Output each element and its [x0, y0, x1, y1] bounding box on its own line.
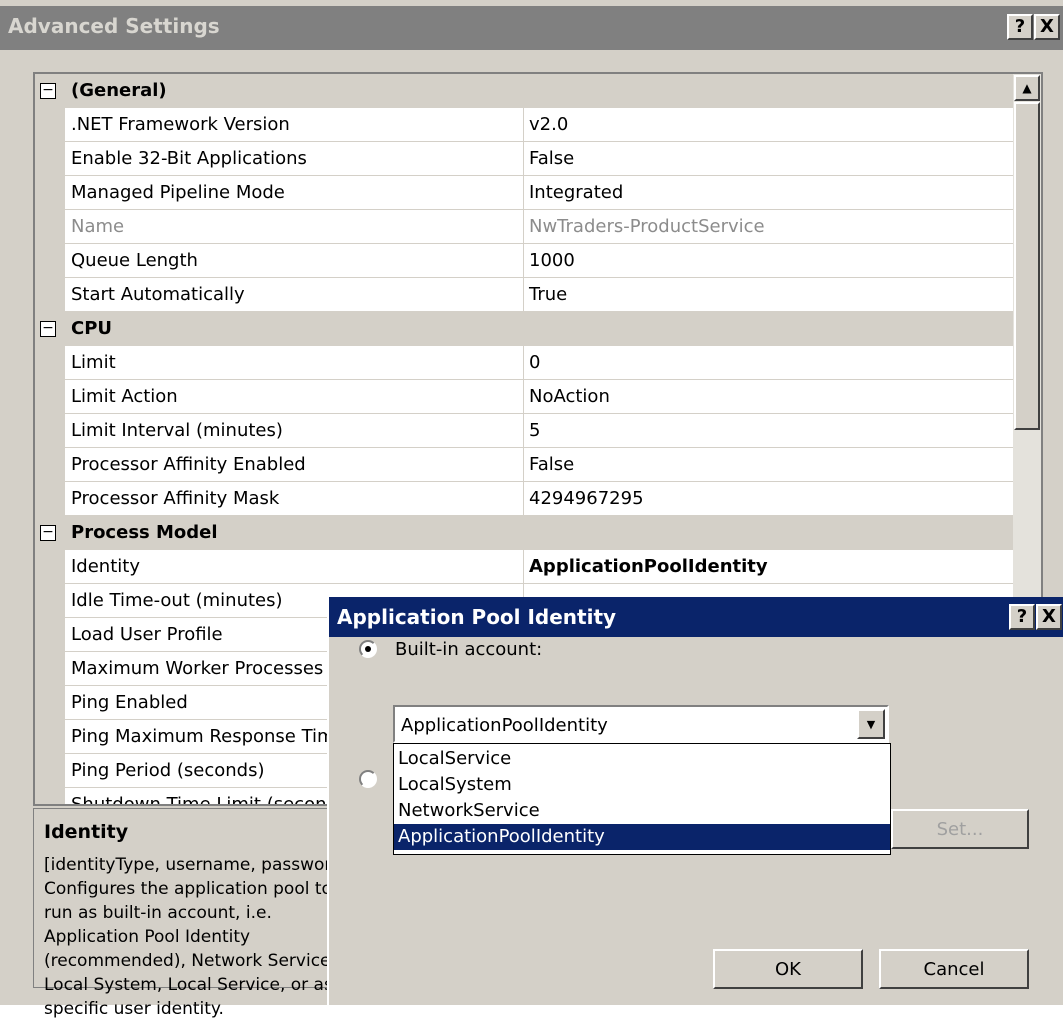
property-name: Limit Action	[71, 386, 178, 407]
property-row[interactable]: Enable 32-Bit Applications False	[35, 142, 1015, 176]
advanced-settings-title: Advanced Settings	[8, 14, 220, 38]
property-name: Maximum Worker Processes	[71, 658, 324, 679]
help-button[interactable]: ?	[1007, 14, 1033, 40]
property-row[interactable]: Managed Pipeline Mode Integrated	[35, 176, 1015, 210]
property-value[interactable]: False	[529, 148, 574, 169]
property-name: Load User Profile	[71, 624, 223, 645]
scroll-up-arrow-icon[interactable]: ▲	[1014, 75, 1040, 101]
property-value[interactable]: 1000	[529, 250, 575, 271]
property-value[interactable]: ApplicationPoolIdentity	[529, 556, 768, 577]
property-name: Limit Interval (minutes)	[71, 420, 283, 441]
property-name: Processor Affinity Mask	[71, 488, 280, 509]
custom-account-radio[interactable]	[359, 770, 377, 788]
application-pool-identity-dialog: Application Pool Identity ? X Built-in a…	[327, 597, 1063, 1005]
property-name: Shutdown Time Limit (seconds)	[71, 794, 355, 806]
category-process-model[interactable]: − Process Model	[35, 516, 1015, 550]
property-row[interactable]: Limit 0	[35, 346, 1015, 380]
property-name: Idle Time-out (minutes)	[71, 590, 283, 611]
property-name: Ping Enabled	[71, 692, 188, 713]
property-name: Start Automatically	[71, 284, 245, 305]
property-value[interactable]: Integrated	[529, 182, 623, 203]
property-name: Managed Pipeline Mode	[71, 182, 285, 203]
property-row[interactable]: Processor Affinity Enabled False	[35, 448, 1015, 482]
ok-button[interactable]: OK	[713, 949, 863, 989]
dialog-titlebar[interactable]: Application Pool Identity ? X	[329, 597, 1063, 637]
property-value[interactable]: NoAction	[529, 386, 610, 407]
category-label: (General)	[71, 80, 167, 101]
property-name: Limit	[71, 352, 116, 373]
category-general[interactable]: − (General)	[35, 74, 1015, 108]
property-row[interactable]: Identity ApplicationPoolIdentity	[35, 550, 1015, 584]
property-name: Ping Period (seconds)	[71, 760, 265, 781]
cancel-button[interactable]: Cancel	[879, 949, 1029, 989]
property-value[interactable]: False	[529, 454, 574, 475]
property-row[interactable]: Limit Action NoAction	[35, 380, 1015, 414]
scrollbar-thumb[interactable]	[1014, 102, 1040, 430]
dialog-close-button[interactable]: X	[1036, 604, 1062, 630]
property-name: Processor Affinity Enabled	[71, 454, 306, 475]
dropdown-option[interactable]: LocalSystem	[394, 772, 890, 798]
dialog-help-button[interactable]: ?	[1009, 604, 1035, 630]
property-row[interactable]: Limit Interval (minutes) 5	[35, 414, 1015, 448]
collapse-icon[interactable]: −	[40, 525, 56, 541]
account-dropdown-list: LocalService LocalSystem NetworkService …	[393, 743, 891, 855]
property-name: Name	[71, 216, 125, 237]
description-text: [identityType, username, password] Confi…	[44, 855, 349, 1019]
advanced-settings-titlebar[interactable]: Advanced Settings ? X	[0, 6, 1063, 50]
radio-selected-dot	[365, 646, 371, 652]
builtin-account-combobox[interactable]: ApplicationPoolIdentity ▼	[393, 705, 889, 743]
dropdown-option[interactable]: LocalService	[394, 746, 890, 772]
property-name: Ping Maximum Response Time	[71, 726, 346, 747]
dropdown-arrow-icon[interactable]: ▼	[857, 709, 885, 739]
property-name: Queue Length	[71, 250, 198, 271]
property-row[interactable]: Processor Affinity Mask 4294967295	[35, 482, 1015, 516]
dropdown-option-selected[interactable]: ApplicationPoolIdentity	[394, 824, 890, 850]
set-button[interactable]: Set...	[891, 809, 1029, 849]
combobox-selected-value: ApplicationPoolIdentity	[401, 715, 608, 736]
builtin-account-label: Built-in account:	[395, 639, 543, 660]
category-cpu[interactable]: − CPU	[35, 312, 1015, 346]
dialog-title: Application Pool Identity	[337, 605, 617, 629]
property-value[interactable]: True	[529, 284, 567, 305]
property-value[interactable]: 5	[529, 420, 540, 441]
category-label: Process Model	[71, 522, 218, 543]
property-value[interactable]: 4294967295	[529, 488, 644, 509]
property-row[interactable]: Name NwTraders-ProductService	[35, 210, 1015, 244]
property-row[interactable]: Start Automatically True	[35, 278, 1015, 312]
collapse-icon[interactable]: −	[40, 83, 56, 99]
category-label: CPU	[71, 318, 113, 339]
property-value: NwTraders-ProductService	[529, 216, 765, 237]
dropdown-option[interactable]: NetworkService	[394, 798, 890, 824]
builtin-account-radio[interactable]	[359, 640, 377, 658]
property-row[interactable]: Queue Length 1000	[35, 244, 1015, 278]
property-name: .NET Framework Version	[71, 114, 290, 135]
collapse-icon[interactable]: −	[40, 321, 56, 337]
property-value[interactable]: v2.0	[529, 114, 568, 135]
description-title: Identity	[44, 821, 129, 843]
property-name: Identity	[71, 556, 140, 577]
close-button[interactable]: X	[1034, 14, 1060, 40]
property-name: Enable 32-Bit Applications	[71, 148, 307, 169]
property-row[interactable]: .NET Framework Version v2.0	[35, 108, 1015, 142]
property-value[interactable]: 0	[529, 352, 540, 373]
